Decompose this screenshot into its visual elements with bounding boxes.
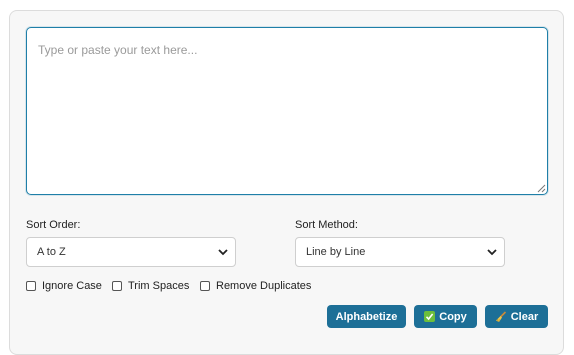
sort-order-select[interactable]: A to Z <box>26 237 236 267</box>
ignore-case-checkbox[interactable] <box>26 281 36 291</box>
text-input[interactable] <box>26 27 548 195</box>
copy-label: Copy <box>439 310 467 323</box>
sort-order-value: A to Z <box>37 246 66 258</box>
trim-spaces-label: Trim Spaces <box>128 280 190 292</box>
resize-grip-icon[interactable] <box>537 184 546 193</box>
remove-duplicates-checkbox[interactable] <box>200 281 210 291</box>
sort-method-select[interactable]: Line by Line <box>295 237 505 267</box>
sort-method-label: Sort Method: <box>295 219 358 231</box>
ignore-case-label: Ignore Case <box>42 280 102 292</box>
clear-button[interactable]: Clear <box>485 305 548 328</box>
remove-duplicates-option[interactable]: Remove Duplicates <box>200 279 311 293</box>
clear-label: Clear <box>510 310 539 323</box>
trim-spaces-checkbox[interactable] <box>112 281 122 291</box>
sort-method-value: Line by Line <box>306 246 366 258</box>
alphabetize-button[interactable]: Alphabetize <box>327 305 406 328</box>
alphabetize-label: Alphabetize <box>335 310 398 323</box>
chevron-down-icon <box>218 249 228 256</box>
sort-order-label: Sort Order: <box>26 219 81 231</box>
trim-spaces-option[interactable]: Trim Spaces <box>112 279 189 293</box>
ignore-case-option[interactable]: Ignore Case <box>26 279 102 293</box>
copy-button[interactable]: Copy <box>414 305 477 328</box>
broom-icon <box>495 310 506 322</box>
chevron-down-icon <box>487 249 497 256</box>
remove-duplicates-label: Remove Duplicates <box>216 280 312 292</box>
check-box-icon <box>424 311 436 322</box>
